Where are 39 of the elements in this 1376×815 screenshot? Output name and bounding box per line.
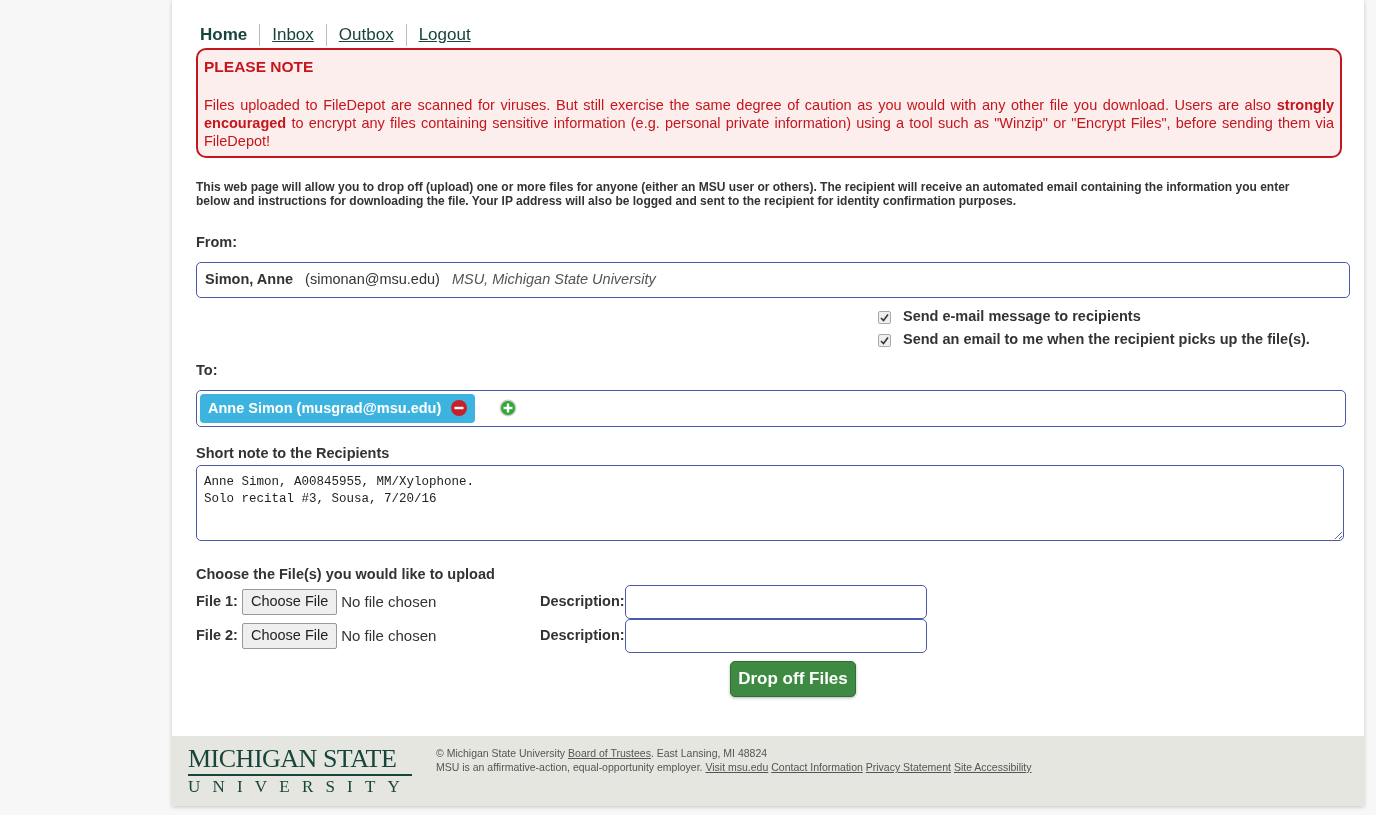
notice-text: Files uploaded to FileDepot are scanned for viruses. But still exercise the same degree of caution as you would with any other file you download. Users are also strongly encouraged to encrypt any files containing sensitive information (e.g. personal private information) using a tool such as "Winzip" or "Encrypt Files", before sending them via FileDepot! xyxy=(204,96,1334,151)
nav-link-item[interactable]: Inbox xyxy=(259,24,326,46)
notice-title: PLEASE NOTE xyxy=(204,57,315,77)
note-textarea[interactable]: Anne Simon, A00845955, MM/Xylophone. Solo recital #3, Sousa, 7/20/16 xyxy=(196,465,1344,541)
file-status: No file chosen xyxy=(341,592,437,612)
drop-off-button[interactable]: Drop off Files xyxy=(730,661,856,697)
footer-link[interactable]: Contact Information xyxy=(771,761,863,773)
university-logo[interactable]: MICHIGAN STATE UNIVERSITY xyxy=(188,746,412,798)
checkbox[interactable] xyxy=(878,310,891,324)
option-label: Send e-mail message to recipients xyxy=(903,307,1141,327)
add-icon[interactable] xyxy=(499,399,518,418)
nav-link-item[interactable]: Logout xyxy=(405,24,483,46)
file-label: File 2: xyxy=(196,626,238,646)
note-label: Short note to the Recipients xyxy=(196,444,391,464)
from-label: From: xyxy=(196,233,239,253)
choose-file-button[interactable]: Choose File xyxy=(241,623,338,650)
to-label: To: xyxy=(196,360,219,380)
nav-link-item[interactable]: Outbox xyxy=(325,24,406,46)
option-label: Send an email to me when the recipient picks up the file(s). xyxy=(903,330,1310,350)
intro-text: This web page will allow you to drop off (upload) one or more files for anyone (either an MSU user or others). The recipient will receive an automated email containing the information you enter below and instructions for downloading the file. Your IP address will also be logged and sent to the recipient for identity confirmation purposes. xyxy=(196,180,1290,209)
footer-link[interactable]: Visit msu.edu xyxy=(705,761,769,773)
footer-link[interactable]: Privacy Statement xyxy=(865,761,951,773)
file-status: No file chosen xyxy=(341,626,437,646)
copyright-text: © Michigan State University Board of Trustees. East Lansing, MI 48824 xyxy=(436,746,769,760)
footer-link[interactable]: Site Accessibility xyxy=(953,761,1032,773)
recipient-name: Anne Simon (musgrad@msu.edu) xyxy=(208,398,442,418)
file-label: File 1: xyxy=(196,592,238,612)
description-label: Description: xyxy=(540,626,625,646)
description-field[interactable] xyxy=(624,619,927,654)
trustees-link[interactable]: Board of Trustees xyxy=(568,747,651,759)
remove-icon[interactable] xyxy=(451,400,468,417)
description-label: Description: xyxy=(540,592,625,612)
choose-file-button[interactable]: Choose File xyxy=(241,589,338,616)
checkbox[interactable] xyxy=(878,333,891,347)
upload-heading: Choose the File(s) you would like to upload xyxy=(196,564,496,584)
nav-link-item[interactable]: Home xyxy=(196,24,260,46)
employer-statement: MSU is an affirmative-action, equal-opportunity employer. Visit msu.edu Contact Information Privacy Statement Site Accessibility xyxy=(436,760,1032,774)
from-field: Simon, Anne (simonan@msu.edu) MSU, Michigan State University xyxy=(196,262,1350,298)
description-field[interactable] xyxy=(624,585,927,620)
